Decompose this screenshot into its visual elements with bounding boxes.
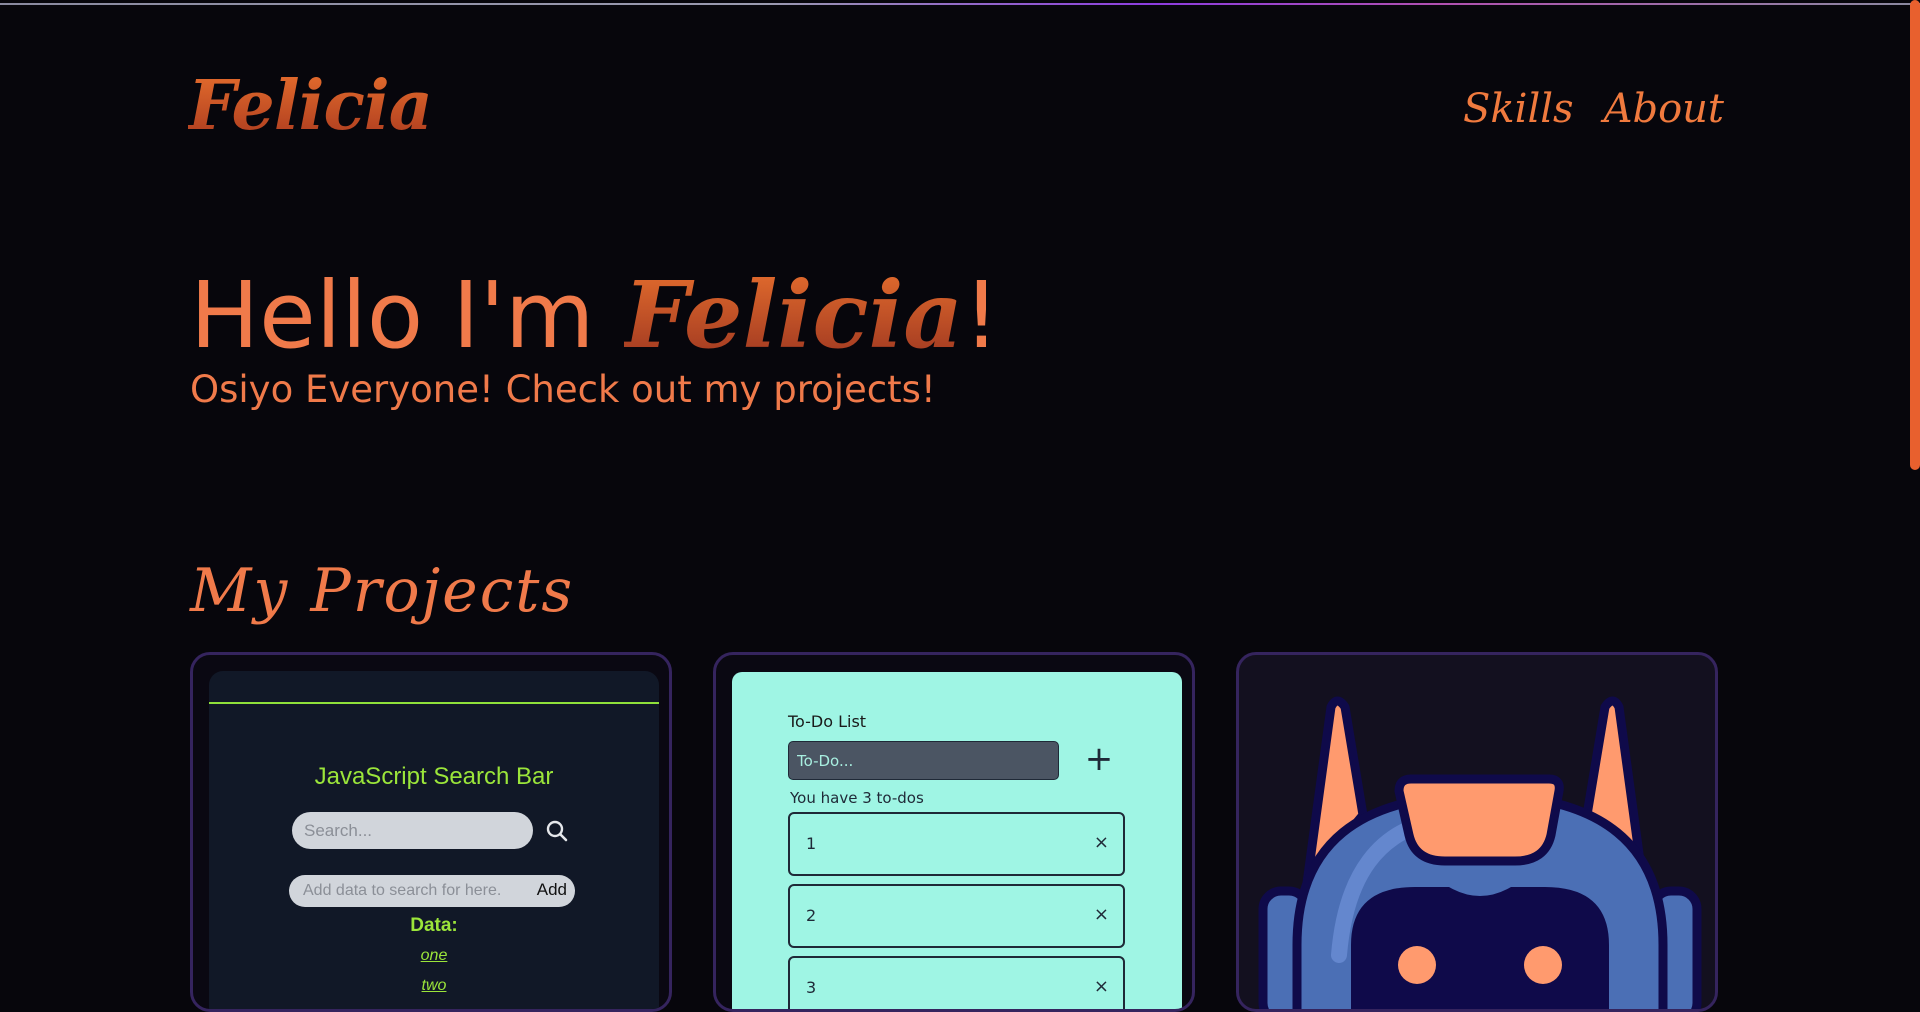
hero-title: Hello I'm Felicia! bbox=[190, 260, 1000, 371]
search-bar-divider bbox=[209, 702, 659, 704]
project-card-todo-list[interactable]: To-Do List + You have 3 to-dos 1 × 2 × 3… bbox=[713, 652, 1195, 1012]
close-icon[interactable]: × bbox=[1094, 832, 1109, 853]
todo-item[interactable]: 1 × bbox=[788, 812, 1125, 876]
hero-name: Felicia bbox=[623, 261, 964, 369]
close-icon[interactable]: × bbox=[1094, 976, 1109, 997]
robot-mascot-icon bbox=[1258, 696, 1702, 1009]
todo-input[interactable] bbox=[788, 741, 1059, 780]
project-card-search-bar[interactable]: JavaScript Search Bar Add Data: one two bbox=[190, 652, 672, 1012]
search-icon[interactable] bbox=[545, 819, 569, 843]
todo-item-text: 1 bbox=[806, 834, 817, 853]
hero-subtitle: Osiyo Everyone! Check out my projects! bbox=[190, 368, 936, 411]
nav-about-link[interactable]: About bbox=[1604, 84, 1724, 134]
projects-heading: My Projects bbox=[190, 556, 575, 626]
hero-greeting: Hello I'm bbox=[190, 262, 624, 369]
add-data-input[interactable] bbox=[289, 875, 519, 907]
todo-preview: To-Do List + You have 3 to-dos 1 × 2 × 3… bbox=[732, 672, 1182, 1009]
page-scrollbar[interactable] bbox=[1910, 0, 1920, 470]
main-nav: Skills About bbox=[1463, 84, 1724, 134]
todo-item[interactable]: 3 × bbox=[788, 956, 1125, 1009]
todo-item-text: 2 bbox=[806, 906, 817, 925]
todo-count: You have 3 to-dos bbox=[790, 789, 924, 807]
data-list-item[interactable]: one bbox=[209, 947, 659, 965]
search-input[interactable] bbox=[292, 812, 533, 849]
data-list-item[interactable]: two bbox=[209, 977, 659, 995]
project-card-robot[interactable] bbox=[1236, 652, 1718, 1012]
add-todo-icon[interactable]: + bbox=[1084, 742, 1114, 776]
todo-title: To-Do List bbox=[788, 712, 867, 731]
site-logo[interactable]: Felicia bbox=[188, 66, 433, 146]
nav-skills-link[interactable]: Skills bbox=[1463, 84, 1574, 134]
close-icon[interactable]: × bbox=[1094, 904, 1109, 925]
todo-item-text: 3 bbox=[806, 978, 817, 997]
browser-progress-line bbox=[0, 3, 1920, 5]
data-label: Data: bbox=[410, 915, 458, 936]
todo-item[interactable]: 2 × bbox=[788, 884, 1125, 948]
hero-exclaim: ! bbox=[963, 262, 1000, 369]
add-data-field: Add bbox=[289, 875, 575, 907]
add-data-button[interactable]: Add bbox=[537, 880, 567, 900]
search-bar-preview: JavaScript Search Bar Add Data: one two bbox=[209, 671, 659, 1009]
search-bar-title: JavaScript Search Bar bbox=[314, 763, 554, 790]
